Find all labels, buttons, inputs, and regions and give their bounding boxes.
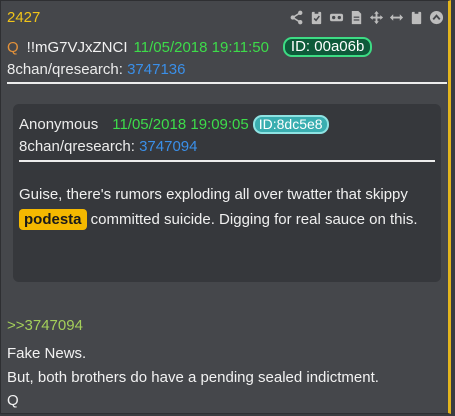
- quoted-divider: [19, 160, 435, 162]
- quoted-body: Guise, there's rumors exploding all over…: [19, 182, 431, 232]
- quoted-header: Anonymous 11/05/2018 19:09:05 ID:8dc5e8: [19, 115, 329, 134]
- message-line: Fake News.: [7, 345, 87, 362]
- post-datetime: 11/05/2018 19:11:50: [133, 38, 269, 56]
- quoted-author: Anonymous: [19, 116, 99, 133]
- quoted-id-badge[interactable]: ID:8dc5e8: [252, 115, 329, 134]
- header-divider: [7, 82, 447, 84]
- poster-id-badge[interactable]: ID: 00a06b: [282, 37, 373, 57]
- quoted-datetime: 11/05/2018 19:09:05: [112, 116, 249, 133]
- post-card: 2427 Q !!mG7VJxZNCI 11/05/2018 19:11:50: [0, 0, 451, 414]
- reply-reference-link[interactable]: >>3747094: [7, 317, 83, 334]
- message-line: But, both brothers do have a pending sea…: [7, 368, 379, 386]
- post-source: 8chan/qresearch: 3747136: [7, 61, 185, 78]
- quoted-source: 8chan/qresearch: 3747094: [19, 138, 197, 155]
- share-icon[interactable]: [289, 10, 304, 25]
- post-header: Q !!mG7VJxZNCI 11/05/2018 19:11:50 ID: 0…: [7, 37, 373, 57]
- move-icon[interactable]: [369, 10, 384, 25]
- resize-horizontal-icon[interactable]: [389, 10, 404, 25]
- quoted-post-link[interactable]: 3747094: [139, 138, 197, 155]
- collapse-up-icon[interactable]: [429, 10, 444, 25]
- vr-goggles-icon[interactable]: [329, 10, 344, 25]
- quoted-board-label: 8chan/qresearch:: [19, 138, 135, 155]
- author-mark: Q: [7, 38, 19, 56]
- document-icon[interactable]: [349, 10, 364, 25]
- quoted-body-text: Guise, there's rumors exploding all over…: [19, 186, 408, 203]
- highlighted-keyword: podesta: [19, 209, 87, 230]
- message-signature: Q: [7, 392, 19, 409]
- tripcode: !!mG7VJxZNCI: [26, 38, 128, 56]
- quoted-body-text-end: committed suicide. Digging for real sauc…: [86, 211, 418, 228]
- clipboard-icon[interactable]: [409, 10, 424, 25]
- post-message: Fake News. But, both brothers do have a …: [7, 342, 379, 413]
- board-label: 8chan/qresearch:: [7, 61, 123, 78]
- quoted-post: Anonymous 11/05/2018 19:09:05 ID:8dc5e8 …: [13, 104, 441, 282]
- post-toolbar: [289, 10, 444, 25]
- clipboard-check-icon[interactable]: [309, 10, 324, 25]
- post-number: 2427: [7, 9, 41, 26]
- post-link[interactable]: 3747136: [127, 61, 185, 78]
